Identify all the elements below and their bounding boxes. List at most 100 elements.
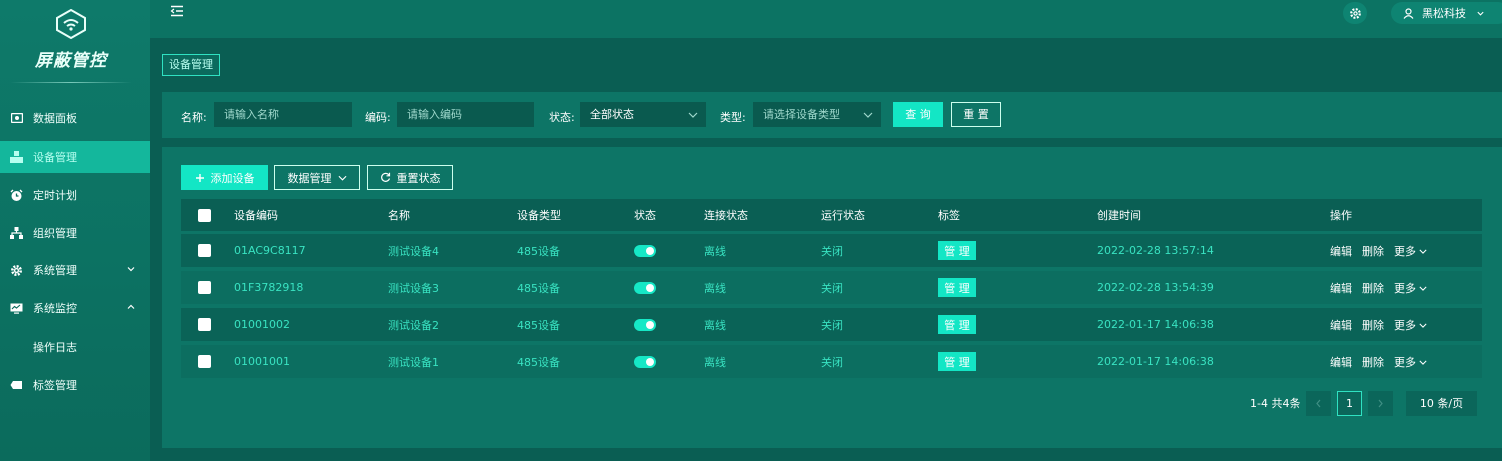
sidebar-item-label: 组织管理 [33,227,77,240]
more-dropdown[interactable]: 更多 [1394,243,1427,259]
pagination-page-1[interactable]: 1 [1337,391,1362,416]
tag-manage-cell: 管 理 [938,271,976,304]
row-checkbox[interactable] [198,234,211,267]
reset-status-button[interactable]: 重置状态 [367,165,453,190]
wifi-logo-icon [56,9,86,39]
delete-link[interactable]: 删除 [1362,280,1384,296]
tag-manage-button[interactable]: 管 理 [938,352,976,371]
row-checkbox[interactable] [198,271,211,304]
device-type: 485设备 [517,355,560,369]
pagination-next-button[interactable] [1368,391,1393,416]
refresh-icon [380,172,390,182]
column-header-type[interactable]: 设备类型 [517,199,561,231]
device-type: 485设备 [517,318,560,332]
code-filter-input[interactable]: 请输入编码 [397,102,534,127]
status-toggle[interactable] [634,345,656,378]
type-filter-select[interactable]: 请选择设备类型 [753,102,881,127]
sidebar-item-organization[interactable]: 组织管理 [0,217,150,249]
status-filter-value: 全部状态 [590,108,634,121]
tag-manage-button[interactable]: 管 理 [938,315,976,334]
table-row: 01AC9C8117 测试设备4 485设备 离线 关闭 管 理 2022-02… [181,234,1482,267]
add-device-button[interactable]: 添加设备 [181,165,268,190]
device-icon [10,151,23,164]
column-header-running[interactable]: 运行状态 [821,199,865,231]
status-toggle[interactable] [634,271,656,304]
sidebar-item-dashboard[interactable]: 数据面板 [0,102,150,134]
column-header-code[interactable]: 设备编码 [234,199,278,231]
status-filter-label: 状态: [549,111,575,124]
table-row: 01001001 测试设备1 485设备 离线 关闭 管 理 2022-01-1… [181,345,1482,378]
reset-button[interactable]: 重 置 [951,102,1001,127]
delete-link[interactable]: 删除 [1362,243,1384,259]
device-code[interactable]: 01001002 [234,308,290,341]
device-code[interactable]: 01001001 [234,345,290,378]
column-header-name[interactable]: 名称 [388,199,410,231]
delete-link[interactable]: 删除 [1362,317,1384,333]
settings-button[interactable] [1343,2,1367,24]
column-header-tag[interactable]: 标签 [938,199,960,231]
breadcrumb-tab[interactable]: 设备管理 [162,54,220,76]
sidebar-item-tag-management[interactable]: 标签管理 [0,369,150,401]
column-header-status[interactable]: 状态 [634,199,656,231]
pagination-prev-button[interactable] [1306,391,1331,416]
reset-status-label: 重置状态 [396,171,441,185]
table-header: 设备编码 名称 设备类型 状态 连接状态 运行状态 标签 创建时间 操作 [181,199,1482,231]
column-header-actions: 操作 [1330,209,1352,222]
device-name: 测试设备4 [388,244,439,258]
device-code[interactable]: 01F3782918 [234,271,303,304]
row-checkbox[interactable] [198,308,211,341]
device-type: 485设备 [517,281,560,295]
user-menu[interactable]: 黑松科技 [1391,2,1502,24]
type-filter-placeholder: 请选择设备类型 [763,108,840,121]
chevron-right-icon [1378,399,1383,408]
sidebar-item-label: 定时计划 [33,189,77,202]
dashboard-icon [10,112,23,125]
edit-link[interactable]: 编辑 [1330,243,1352,259]
select-all-checkbox[interactable] [198,199,211,231]
tag-manage-cell: 管 理 [938,308,976,341]
menu-fold-icon[interactable] [170,5,184,17]
more-dropdown[interactable]: 更多 [1394,317,1427,333]
sidebar-item-system-monitor[interactable]: 系统监控 [0,292,150,324]
chevron-down-icon [1477,11,1484,16]
more-label: 更多 [1394,355,1416,369]
created-time: 2022-02-28 13:57:14 [1097,244,1214,257]
page-size-select[interactable]: 10 条/页 [1406,391,1477,416]
name-filter-input[interactable]: 请输入名称 [214,102,352,127]
tag-manage-cell: 管 理 [938,345,976,378]
device-code[interactable]: 01AC9C8117 [234,234,306,267]
more-dropdown[interactable]: 更多 [1394,280,1427,296]
edit-link[interactable]: 编辑 [1330,354,1352,370]
data-management-dropdown[interactable]: 数据管理 [274,165,360,190]
status-toggle[interactable] [634,308,656,341]
column-header-connection[interactable]: 连接状态 [704,199,748,231]
row-actions: 编辑 删除 更多 [1330,271,1437,304]
edit-link[interactable]: 编辑 [1330,317,1352,333]
column-header-created[interactable]: 创建时间 [1097,199,1141,231]
status-filter-select[interactable]: 全部状态 [580,102,706,127]
sidebar-item-operation-log[interactable]: 操作日志 [0,331,150,363]
settings-icon [1349,7,1361,19]
more-dropdown[interactable]: 更多 [1394,354,1427,370]
query-button[interactable]: 查 询 [893,102,943,127]
sidebar-item-device-management[interactable]: 设备管理 [0,141,150,173]
chevron-down-icon [1419,249,1427,254]
delete-link[interactable]: 删除 [1362,354,1384,370]
sidebar-item-schedule[interactable]: 定时计划 [0,179,150,211]
sidebar-item-label: 操作日志 [33,341,77,354]
device-table-panel: 添加设备 数据管理 重置状态 设备编码 名称 设备类型 状态 连接状态 运行状态… [162,147,1502,448]
user-name: 黑松科技 [1422,7,1466,20]
tag-manage-button[interactable]: 管 理 [938,241,976,260]
row-checkbox[interactable] [198,345,211,378]
connection-status: 离线 [704,281,726,295]
more-label: 更多 [1394,318,1416,332]
row-actions: 编辑 删除 更多 [1330,308,1437,341]
tag-manage-button[interactable]: 管 理 [938,278,976,297]
edit-link[interactable]: 编辑 [1330,280,1352,296]
table-row: 01F3782918 测试设备3 485设备 离线 关闭 管 理 2022-02… [181,271,1482,304]
device-type: 485设备 [517,244,560,258]
filter-panel: 名称: 请输入名称 编码: 请输入编码 状态: 全部状态 类型: 请选择设备类型… [162,92,1502,138]
status-toggle[interactable] [634,234,656,267]
sidebar-item-label: 标签管理 [33,379,77,392]
sidebar-item-system-management[interactable]: 系统管理 [0,254,150,286]
